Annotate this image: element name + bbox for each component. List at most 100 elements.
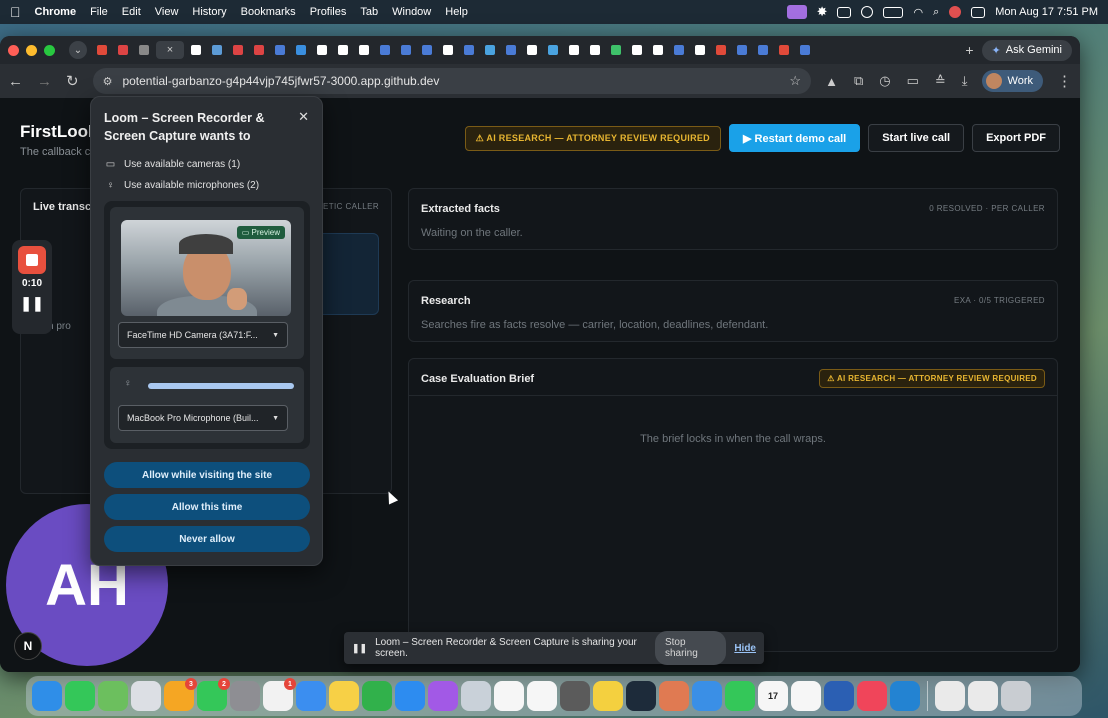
claude-icon[interactable] xyxy=(659,681,689,711)
trash-icon[interactable] xyxy=(1001,681,1031,711)
tab-favicon[interactable] xyxy=(670,41,688,59)
mic-select[interactable]: MacBook Pro Microphone (Buil... ▼ xyxy=(118,405,288,431)
tab-favicon[interactable] xyxy=(775,41,793,59)
url-text[interactable]: potential-garbanzo-g4p44vjp745jfwr57-300… xyxy=(122,74,779,88)
bookmark-star-icon[interactable]: ☆ xyxy=(789,73,801,89)
tab-favicon[interactable] xyxy=(418,41,436,59)
pause-sharing-icon[interactable]: ❚❚ xyxy=(352,643,367,654)
restart-demo-button[interactable]: ▶ Restart demo call xyxy=(729,124,861,152)
menu-edit[interactable]: Edit xyxy=(122,6,141,18)
media-icon[interactable]: ≙ xyxy=(935,73,946,89)
tab-favicon[interactable] xyxy=(313,41,331,59)
tab-favicon[interactable] xyxy=(544,41,562,59)
facetime-icon[interactable]: 2 xyxy=(197,678,230,711)
finder-window-icon[interactable] xyxy=(935,681,965,711)
tab-favicon[interactable] xyxy=(439,41,457,59)
tab-favicon[interactable] xyxy=(334,41,352,59)
forward-icon[interactable]: → xyxy=(37,73,52,90)
music-icon[interactable] xyxy=(857,681,887,711)
vscode-icon[interactable] xyxy=(890,681,920,711)
cursor-icon[interactable] xyxy=(626,681,656,711)
wifi-icon[interactable]: ◠ xyxy=(913,6,923,19)
never-allow-button[interactable]: Never allow xyxy=(104,526,310,552)
menu-tab[interactable]: Tab xyxy=(360,6,378,18)
camera-select[interactable]: FaceTime HD Camera (3A71:F... ▼ xyxy=(118,322,288,348)
stop-recording-button[interactable] xyxy=(18,246,46,274)
chrome-icon[interactable] xyxy=(527,681,557,711)
user-switch-icon[interactable] xyxy=(949,6,962,18)
messages-icon[interactable] xyxy=(725,681,755,711)
tab-favicon[interactable] xyxy=(502,41,520,59)
download-icon[interactable]: ⤓ xyxy=(962,73,968,89)
reload-icon[interactable]: ↻ xyxy=(66,72,79,90)
extensions-puzzle-icon[interactable]: ⧉ xyxy=(854,73,863,89)
search-icon[interactable]: ⌕ xyxy=(933,6,939,19)
ask-gemini-button[interactable]: ✦ Ask Gemini xyxy=(981,39,1072,61)
tab-favicon[interactable] xyxy=(754,41,772,59)
zoom-window-icon[interactable] xyxy=(44,44,55,56)
close-window-icon[interactable] xyxy=(8,44,19,56)
slack-icon[interactable] xyxy=(494,681,524,711)
phone-icon[interactable] xyxy=(65,681,95,711)
minimize-window-icon[interactable] xyxy=(26,44,37,56)
control-center-icon[interactable] xyxy=(971,6,986,18)
history-icon[interactable]: ◷ xyxy=(879,73,890,89)
menu-window[interactable]: Window xyxy=(392,6,431,18)
tab-search-icon[interactable]: ⌄ xyxy=(69,41,87,59)
photos-icon[interactable]: 3 xyxy=(164,678,197,711)
window-icon[interactable] xyxy=(837,6,852,18)
menu-view[interactable]: View xyxy=(155,6,179,18)
hide-sharing-bar-button[interactable]: Hide xyxy=(734,643,756,654)
preview-icon[interactable] xyxy=(461,681,491,711)
chrome-menu-icon[interactable]: ⋮ xyxy=(1057,72,1072,90)
tab-favicon[interactable] xyxy=(271,41,289,59)
tab-favicon[interactable] xyxy=(397,41,415,59)
tab-favicon[interactable] xyxy=(355,41,373,59)
numbers-icon[interactable] xyxy=(362,681,392,711)
tab-favicon[interactable] xyxy=(208,41,226,59)
pause-icon[interactable]: ❚❚ xyxy=(20,295,43,312)
tab-favicon[interactable] xyxy=(733,41,751,59)
chatgpt-icon[interactable] xyxy=(791,681,821,711)
tab-favicon[interactable] xyxy=(229,41,247,59)
extension-triangle-icon[interactable]: ▲ xyxy=(825,74,838,89)
calendar-alt-icon[interactable]: 1 xyxy=(263,678,296,711)
allow-once-button[interactable]: Allow this time xyxy=(104,494,310,520)
tab-favicon[interactable] xyxy=(565,41,583,59)
screen-recording-icon[interactable] xyxy=(786,5,807,19)
calculator-icon[interactable] xyxy=(560,681,590,711)
address-bar[interactable]: ⚙ potential-garbanzo-g4p44vjp745jfwr57-3… xyxy=(92,68,812,94)
tab-favicon[interactable] xyxy=(712,41,730,59)
launchpad-icon[interactable] xyxy=(131,681,161,711)
menu-bookmarks[interactable]: Bookmarks xyxy=(241,6,296,18)
site-info-icon[interactable]: ⚙ xyxy=(103,75,113,88)
tab-favicon[interactable] xyxy=(292,41,310,59)
stop-sharing-button[interactable]: Stop sharing xyxy=(654,631,727,665)
tab-favicon[interactable] xyxy=(114,41,132,59)
tab-favicon[interactable] xyxy=(691,41,709,59)
brightness-icon[interactable]: ✸ xyxy=(817,4,828,20)
chatgpt-menu-icon[interactable] xyxy=(861,6,874,18)
word-icon[interactable] xyxy=(824,681,854,711)
tab-favicon[interactable] xyxy=(187,41,205,59)
start-live-call-button[interactable]: Start live call xyxy=(868,124,965,152)
downloads-icon[interactable] xyxy=(968,681,998,711)
clock[interactable]: Mon Aug 17 7:51 PM xyxy=(995,6,1098,18)
maps-icon[interactable] xyxy=(98,681,128,711)
tab-favicon[interactable] xyxy=(376,41,394,59)
menu-history[interactable]: History xyxy=(192,6,226,18)
miro-icon[interactable] xyxy=(593,681,623,711)
tab-favicon[interactable] xyxy=(460,41,478,59)
tab-favicon[interactable] xyxy=(135,41,153,59)
profile-button[interactable]: Work xyxy=(981,70,1043,92)
tab-favicon[interactable] xyxy=(586,41,604,59)
tab-favicon[interactable] xyxy=(628,41,646,59)
calendar-icon[interactable]: 17 xyxy=(758,681,788,711)
finder-icon[interactable] xyxy=(32,681,62,711)
tab-favicon[interactable] xyxy=(796,41,814,59)
settings-icon[interactable] xyxy=(230,681,260,711)
notes-icon[interactable] xyxy=(329,681,359,711)
apple-menu-icon[interactable]:  xyxy=(10,4,21,20)
podcasts-icon[interactable] xyxy=(428,681,458,711)
battery-icon[interactable] xyxy=(883,6,904,18)
